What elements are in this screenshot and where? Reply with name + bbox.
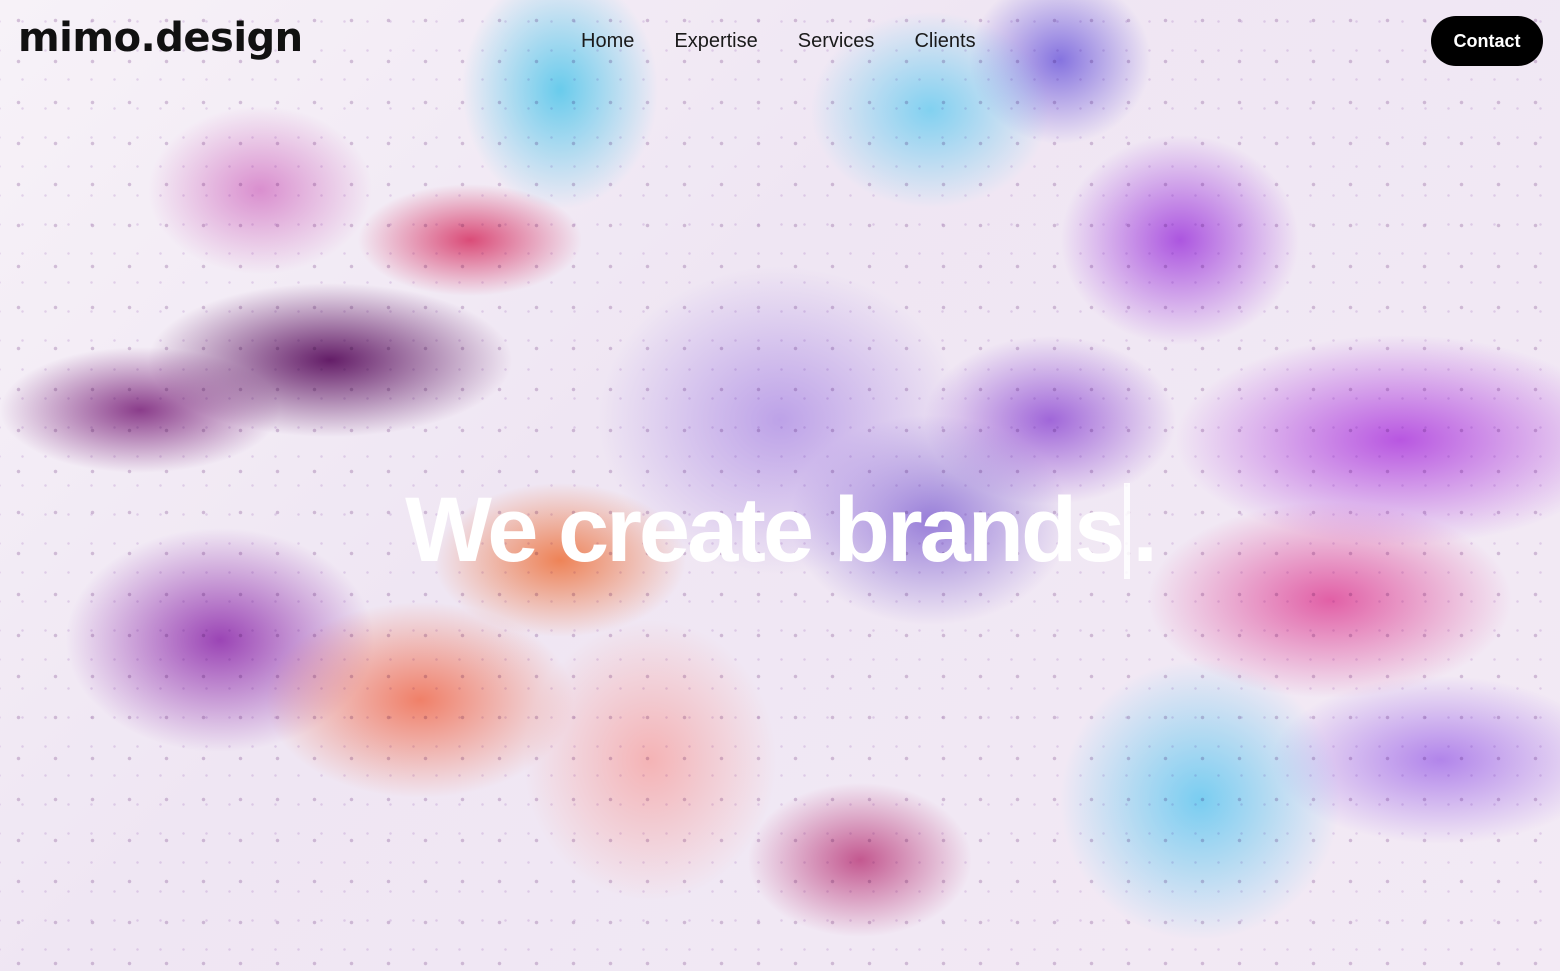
typing-caret: [1124, 482, 1131, 579]
hero-headline-text: We create brands: [405, 478, 1125, 581]
site-logo[interactable]: mimo.design: [18, 12, 303, 64]
hero-headline-suffix: .: [1132, 478, 1158, 581]
nav-item-expertise[interactable]: Expertise: [674, 28, 757, 54]
main-nav: Home Expertise Services Clients: [581, 28, 976, 54]
contact-button[interactable]: Contact: [1431, 16, 1543, 66]
page: mimo.design Home Expertise Services Clie…: [0, 0, 1560, 971]
nav-item-clients[interactable]: Clients: [914, 28, 975, 54]
nav-item-services[interactable]: Services: [798, 28, 875, 54]
site-header: mimo.design Home Expertise Services Clie…: [0, 0, 1560, 82]
hero-headline: We create brands.: [0, 470, 1560, 590]
nav-item-home[interactable]: Home: [581, 28, 634, 54]
